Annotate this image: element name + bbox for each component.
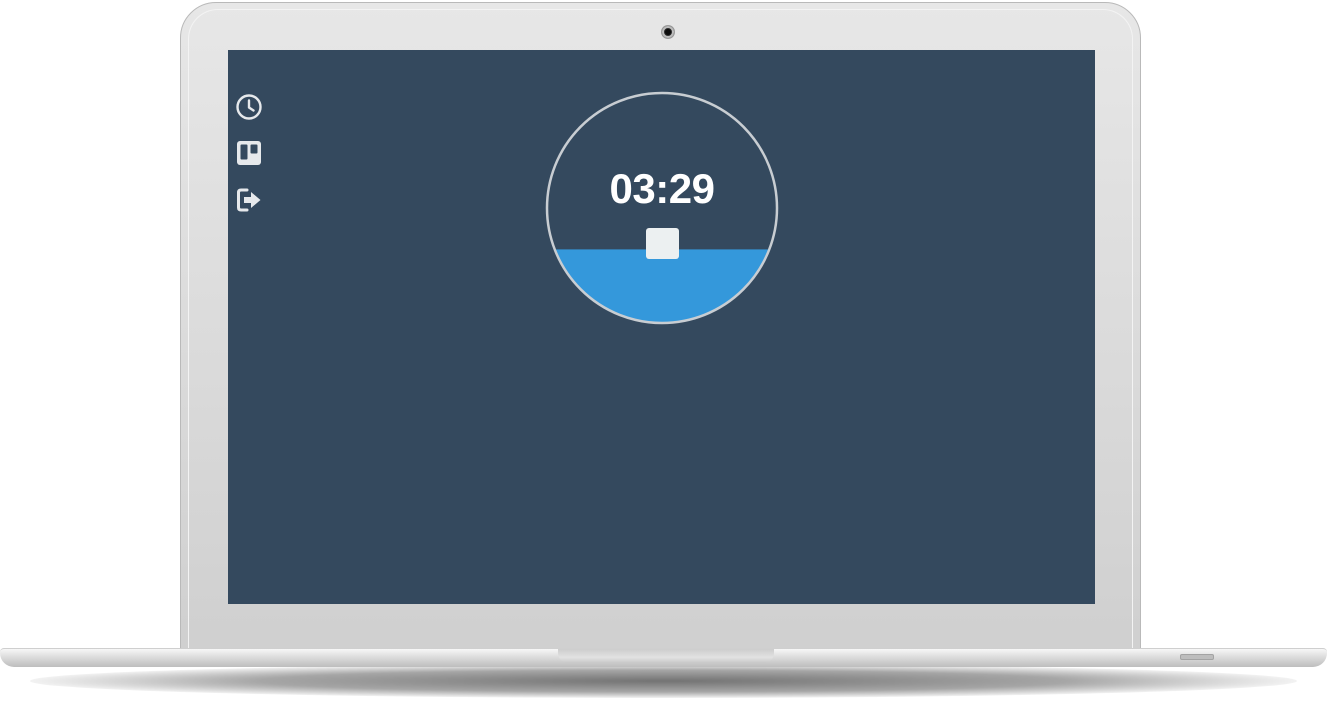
app-screen: 03:29	[228, 50, 1095, 604]
stop-button[interactable]	[646, 228, 679, 259]
pomodoro-timer: 03:29	[545, 91, 779, 325]
laptop-mockup: 03:29	[0, 0, 1327, 716]
camera-icon	[662, 26, 674, 38]
sidebar-item-logout[interactable]	[234, 185, 264, 215]
laptop-shadow	[30, 664, 1297, 698]
timer-display: 03:29	[609, 165, 715, 212]
laptop-notch	[558, 649, 774, 663]
status-led	[1180, 654, 1214, 660]
sidebar-item-timer[interactable]	[234, 92, 264, 122]
sidebar-item-board[interactable]	[234, 138, 264, 168]
board-icon	[237, 141, 261, 165]
logout-icon	[237, 188, 261, 212]
clock-icon	[236, 94, 262, 120]
